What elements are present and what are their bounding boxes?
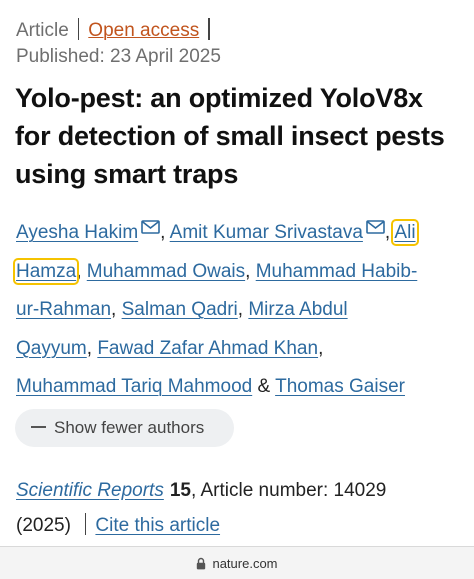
show-fewer-label: Show fewer authors (54, 418, 205, 437)
show-fewer-authors-button[interactable]: Show fewer authors (15, 409, 234, 447)
article-page: Article Open access Published: 23 April 2… (0, 0, 474, 579)
journal-link[interactable]: Scientific Reports (16, 480, 164, 501)
author-separator: , (245, 260, 251, 282)
author-separator: , (318, 337, 324, 359)
minus-icon (31, 426, 46, 428)
article-title: Yolo-pest: an optimized YoloV8x for dete… (15, 83, 445, 189)
author-separator: , (76, 260, 82, 282)
divider (77, 18, 80, 40)
author-link[interactable]: Muhammad Owais (87, 261, 245, 282)
author-separator: , (160, 222, 166, 243)
author-separator: , (237, 299, 244, 320)
author-link[interactable]: Muhammad Tariq Mahmood (16, 376, 252, 397)
author-link[interactable]: Salman Qadri (122, 299, 238, 320)
cite-this-article-link[interactable]: Cite this article (95, 515, 220, 536)
article-type: Article (16, 20, 69, 41)
author-separator: , (111, 299, 117, 320)
open-access-link[interactable]: Open access (88, 20, 199, 41)
author-link[interactable]: Muhammad Habib- (256, 261, 418, 282)
volume-number: 15 (169, 480, 191, 501)
browser-address-bar[interactable]: nature.com (0, 546, 474, 579)
author-link[interactable]: Amit Kumar Srivastava (170, 222, 363, 243)
author-link[interactable]: Mirza Abdul (248, 299, 347, 320)
author-link[interactable]: ur-Rahman (16, 299, 111, 320)
divider (84, 513, 87, 535)
lock-icon (197, 557, 206, 569)
citation-block: Scientific Reports 15, Article number: 14… (16, 473, 466, 543)
article-meta: Article Open access (16, 18, 219, 44)
author-separator: , (86, 337, 93, 359)
article-number: , Article number: 14029 (190, 480, 387, 501)
author-separator: , (384, 222, 391, 243)
author-list: Ayesha Hakim, Amit Kumar Srivastava, Ali… (12, 214, 466, 407)
author-separator-and: & (257, 376, 271, 397)
mail-icon[interactable] (141, 220, 160, 234)
author-link-highlighted[interactable]: Hamza (12, 257, 80, 285)
divider (208, 18, 210, 40)
author-link[interactable]: Thomas Gaiser (275, 376, 405, 397)
url-text: nature.com (212, 555, 278, 571)
author-link[interactable]: Fawad Zafar Ahmad Khan (97, 338, 318, 359)
publication-year: (2025) (16, 515, 71, 536)
published-date: Published: 23 April 2025 (16, 46, 221, 67)
author-link[interactable]: Ayesha Hakim (16, 222, 138, 243)
mail-icon[interactable] (366, 220, 385, 234)
author-link-highlighted[interactable]: Ali (391, 219, 419, 246)
author-link[interactable]: Qayyum (16, 338, 87, 359)
